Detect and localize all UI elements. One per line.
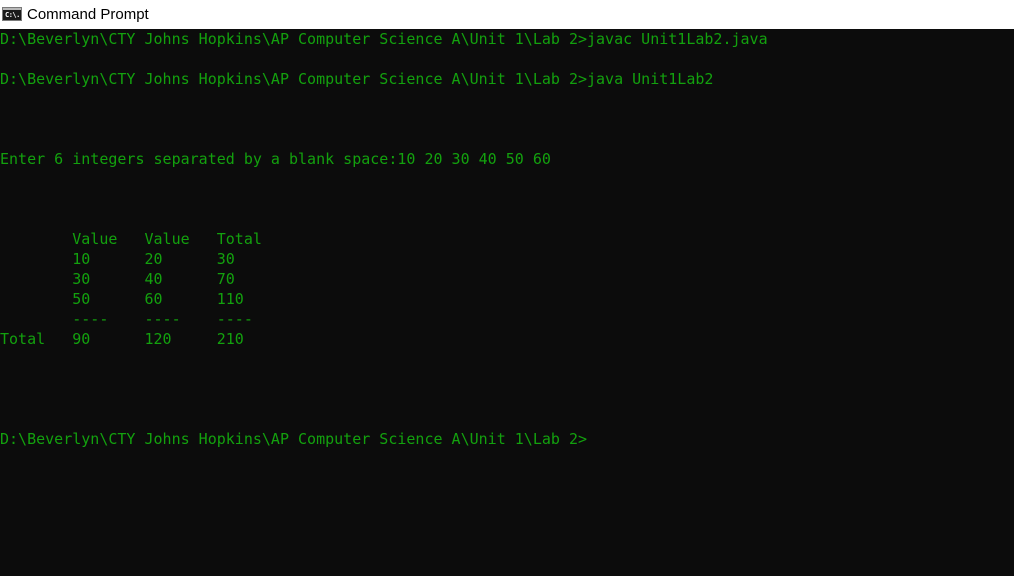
console-line-input-prompt: Enter 6 integers separated by a blank sp… (0, 150, 551, 168)
cmd-icon[interactable]: C:\. (2, 7, 22, 21)
table-row: 10 20 30 (0, 250, 235, 268)
table-row: 50 60 110 (0, 290, 244, 308)
console-line-java-command: D:\Beverlyn\CTY Johns Hopkins\AP Compute… (0, 70, 714, 88)
console-output[interactable]: D:\Beverlyn\CTY Johns Hopkins\AP Compute… (0, 29, 1014, 576)
table-total-row: Total 90 120 210 (0, 330, 244, 348)
cmd-icon-label: C:\. (5, 11, 20, 19)
console-line-javac-command: D:\Beverlyn\CTY Johns Hopkins\AP Compute… (0, 30, 768, 48)
window-title: Command Prompt (27, 6, 149, 23)
command-prompt-window: C:\. Command Prompt D:\Beverlyn\CTY John… (0, 0, 1014, 576)
table-header-row: Value Value Total (0, 230, 262, 248)
console-prompt-line[interactable]: D:\Beverlyn\CTY Johns Hopkins\AP Compute… (0, 429, 587, 449)
title-bar[interactable]: C:\. Command Prompt (0, 0, 1014, 29)
table-separator-row: ---- ---- ---- (0, 310, 253, 328)
table-row: 30 40 70 (0, 270, 235, 288)
